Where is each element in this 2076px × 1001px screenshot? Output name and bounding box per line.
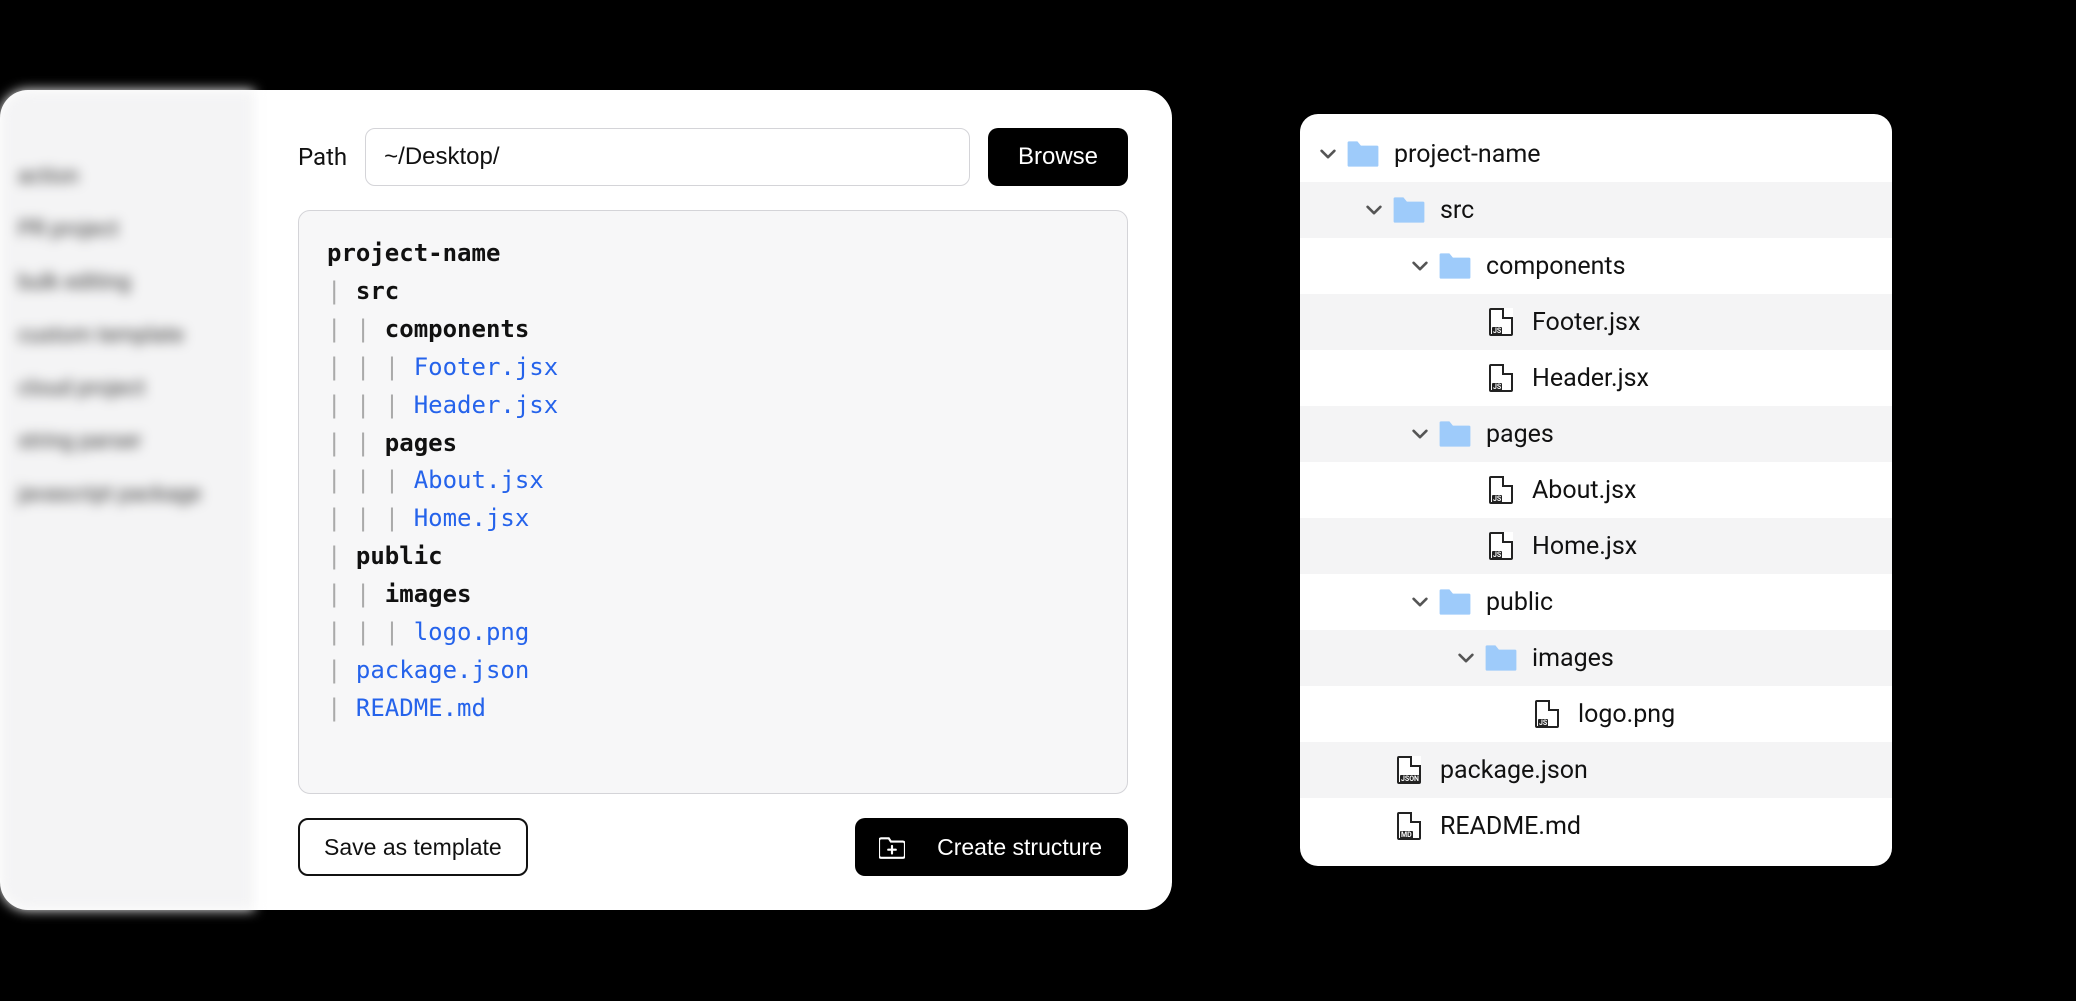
file-icon: JSON [1392,756,1426,784]
path-row: Path Browse [298,128,1128,186]
folder-icon [1346,140,1380,168]
tree-text-line: | README.md [327,690,1099,728]
tree-text-line: | package.json [327,652,1099,690]
tree-text-line: | | | Footer.jsx [327,349,1099,387]
footer-row: Save as template Create structure [298,818,1128,876]
sidebar-item[interactable]: javascript package [0,468,254,521]
tree-item-label: Footer.jsx [1532,308,1876,337]
create-structure-button[interactable]: Create structure [855,818,1128,876]
folder-icon [1484,644,1518,672]
main-form: Path Browse project-name| src| | compone… [254,90,1172,910]
tree-item-label: images [1532,644,1876,673]
folder-icon [1438,588,1472,616]
sidebar-item[interactable]: string parser [0,415,254,468]
chevron-down-icon[interactable] [1318,146,1338,162]
chevron-down-icon[interactable] [1410,426,1430,442]
tree-text-line: | | | Header.jsx [327,387,1099,425]
sidebar-item[interactable]: cloud project [0,362,254,415]
tree-file-row[interactable]: JS Header.jsx [1300,350,1892,406]
tree-text-line: | src [327,273,1099,311]
tree-folder-row[interactable]: src [1300,182,1892,238]
folder-icon [1438,420,1472,448]
file-tree-panel: project-name src components JS Footer.jsx JS H… [1300,114,1892,866]
sidebar-item[interactable]: custom template [0,309,254,362]
tree-text-line: | | | logo.png [327,614,1099,652]
save-template-button[interactable]: Save as template [298,818,528,876]
tree-text-line: project-name [327,235,1099,273]
sidebar-item[interactable]: bulk editing [0,256,254,309]
tree-text-line: | | components [327,311,1099,349]
tree-item-label: logo.png [1578,700,1876,729]
tree-file-row[interactable]: JS logo.png [1300,686,1892,742]
tree-file-row[interactable]: MD README.md [1300,798,1892,854]
tree-folder-row[interactable]: project-name [1300,126,1892,182]
tree-text-line: | | images [327,576,1099,614]
tree-file-row[interactable]: JSON package.json [1300,742,1892,798]
tree-item-label: public [1486,588,1876,617]
tree-file-row[interactable]: JS Footer.jsx [1300,294,1892,350]
file-icon: JS [1484,532,1518,560]
path-input[interactable] [365,128,970,186]
tree-text-line: | | pages [327,425,1099,463]
folder-icon [1438,252,1472,280]
tree-item-label: package.json [1440,756,1876,785]
folder-icon [1392,196,1426,224]
tree-item-label: src [1440,196,1876,225]
tree-text-line: | public [327,538,1099,576]
tree-item-label: README.md [1440,812,1876,841]
tree-item-label: Header.jsx [1532,364,1876,393]
file-icon: JS [1530,700,1564,728]
sidebar: actionPR projectbulk editingcustom templ… [0,90,254,910]
tree-item-label: components [1486,252,1876,281]
structure-textarea[interactable]: project-name| src| | components| | | Foo… [298,210,1128,794]
tree-folder-row[interactable]: components [1300,238,1892,294]
editor-panel: actionPR projectbulk editingcustom templ… [0,90,1172,910]
file-icon: JS [1484,476,1518,504]
chevron-down-icon[interactable] [1364,202,1384,218]
tree-text-line: | | | About.jsx [327,462,1099,500]
tree-text-line: | | | Home.jsx [327,500,1099,538]
tree-item-label: pages [1486,420,1876,449]
tree-file-row[interactable]: JS About.jsx [1300,462,1892,518]
tree-item-label: project-name [1394,140,1876,169]
tree-folder-row[interactable]: public [1300,574,1892,630]
tree-item-label: Home.jsx [1532,532,1876,561]
sidebar-item[interactable]: PR project [0,203,254,256]
folder-plus-icon [875,835,909,859]
tree-file-row[interactable]: JS Home.jsx [1300,518,1892,574]
create-structure-label: Create structure [937,834,1102,861]
file-icon: JS [1484,364,1518,392]
chevron-down-icon[interactable] [1410,258,1430,274]
chevron-down-icon[interactable] [1456,650,1476,666]
file-icon: MD [1392,812,1426,840]
tree-item-label: About.jsx [1532,476,1876,505]
file-icon: JS [1484,308,1518,336]
path-label: Path [298,143,347,171]
browse-button[interactable]: Browse [988,128,1128,186]
tree-folder-row[interactable]: pages [1300,406,1892,462]
tree-folder-row[interactable]: images [1300,630,1892,686]
chevron-down-icon[interactable] [1410,594,1430,610]
sidebar-item[interactable]: action [0,150,254,203]
